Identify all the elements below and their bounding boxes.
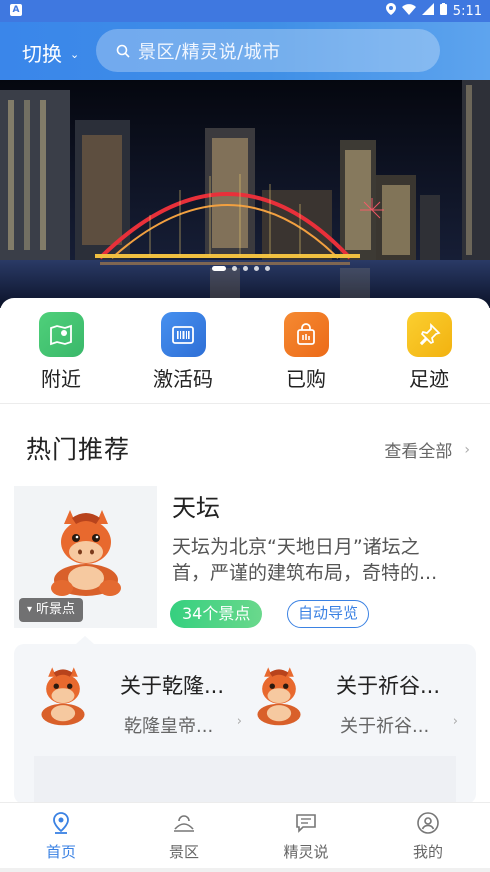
feature-title[interactable]: 天坛 — [172, 488, 220, 523]
chevron-right-icon: › — [464, 441, 470, 458]
carousel-dot — [243, 266, 248, 271]
notification-icon: A — [10, 4, 22, 16]
sub-spot-item[interactable]: 关于乾隆... 乾隆皇帝... › — [32, 666, 242, 737]
tab-scenic-label: 景区 — [168, 843, 199, 861]
sub-spot-item[interactable]: 关于祈谷... 关于祈谷... › — [248, 666, 458, 737]
pushpin-icon — [406, 312, 452, 357]
quick-activation-code-button[interactable]: 激活码 — [138, 312, 228, 392]
shopping-bag-icon — [283, 312, 329, 357]
quick-entry-bar: 附近 激活码 已购 足迹 — [0, 298, 490, 404]
signal-icon — [421, 3, 434, 19]
status-bar: A 5:11 — [0, 0, 490, 22]
audio-icon: ▾ — [27, 604, 33, 615]
quick-nearby-label: 附近 — [41, 367, 81, 391]
spots-count-badge: 34个景点 — [170, 600, 263, 628]
bottom-navigation: 首页 景区 精灵说 我的 — [0, 802, 490, 868]
sub-spot-title: 关于祈谷... — [336, 674, 441, 698]
search-icon — [116, 44, 130, 58]
listen-label: 听景点 — [36, 602, 76, 617]
map-pin-icon — [38, 312, 84, 357]
quick-activation-code-label: 激活码 — [153, 367, 213, 391]
tab-sprite-talk-label: 精灵说 — [283, 843, 329, 861]
tab-home-label: 首页 — [45, 843, 76, 861]
wifi-icon — [401, 3, 416, 19]
carousel-dot — [212, 266, 226, 271]
sub-spot-desc: 关于祈谷... — [340, 716, 430, 737]
mascot-horse-image — [41, 667, 85, 726]
sub-spot-desc: 乾隆皇帝... — [124, 716, 214, 737]
search-placeholder: 景区/精灵说/城市 — [138, 41, 281, 63]
city-switch-button[interactable]: 切换 ⌄ — [22, 38, 79, 67]
quick-nearby-button[interactable]: 附近 — [16, 312, 106, 392]
system-nav-bar — [0, 868, 490, 872]
home-location-icon — [53, 812, 69, 834]
chevron-right-icon: › — [236, 714, 242, 729]
tab-mine-label: 我的 — [412, 843, 443, 861]
tab-mine[interactable]: 我的 — [388, 811, 468, 862]
quick-purchased-button[interactable]: 已购 — [261, 312, 351, 392]
carousel-indicator — [212, 266, 270, 271]
feature-desc-line: 首，严谨的建筑布局，奇特的... — [172, 562, 438, 584]
tab-scenic[interactable]: 景区 — [144, 811, 224, 862]
carousel-dot — [265, 266, 270, 271]
chevron-right-icon: › — [452, 714, 458, 729]
panel-placeholder — [34, 756, 456, 804]
switch-label: 切换 — [22, 42, 62, 66]
location-icon — [385, 3, 396, 19]
carousel-dot — [254, 266, 259, 271]
auto-guide-badge[interactable]: 自动导览 — [287, 600, 370, 628]
tab-home[interactable]: 首页 — [21, 811, 101, 862]
scenic-icon — [174, 815, 194, 832]
sub-spot-panel: 关于乾隆... 乾隆皇帝... › 关于祈谷... 关于祈谷... › — [14, 636, 476, 804]
view-all-label: 查看全部 — [384, 442, 453, 462]
view-all-link[interactable]: 查看全部 › — [384, 437, 470, 463]
quick-footprint-label: 足迹 — [409, 367, 449, 391]
mascot-horse-image — [51, 510, 121, 596]
user-icon — [417, 812, 439, 834]
sub-spot-title: 关于乾隆... — [120, 674, 225, 698]
feature-description: 天坛为北京“天地日月”诸坛之 首，严谨的建筑布局，奇特的... — [172, 534, 472, 586]
banner-carousel[interactable] — [0, 80, 490, 308]
battery-icon — [439, 3, 447, 19]
mascot-horse-image — [257, 667, 301, 726]
barcode-icon — [160, 312, 206, 357]
listen-spot-button[interactable]: ▾ 听景点 — [19, 598, 84, 622]
clock-text: 5:11 — [452, 3, 482, 19]
search-input[interactable]: 景区/精灵说/城市 — [96, 29, 440, 72]
section-title: 热门推荐 — [26, 435, 131, 464]
top-header: 切换 ⌄ 景区/精灵说/城市 — [0, 22, 490, 80]
carousel-dot — [232, 266, 237, 271]
quick-footprint-button[interactable]: 足迹 — [384, 312, 474, 392]
message-icon — [296, 814, 316, 833]
quick-purchased-label: 已购 — [286, 367, 326, 391]
city-night-bridge-image — [0, 80, 490, 308]
feature-desc-line: 天坛为北京“天地日月”诸坛之 — [172, 536, 420, 558]
chevron-down-icon: ⌄ — [70, 48, 80, 61]
tab-sprite-talk[interactable]: 精灵说 — [266, 811, 346, 862]
